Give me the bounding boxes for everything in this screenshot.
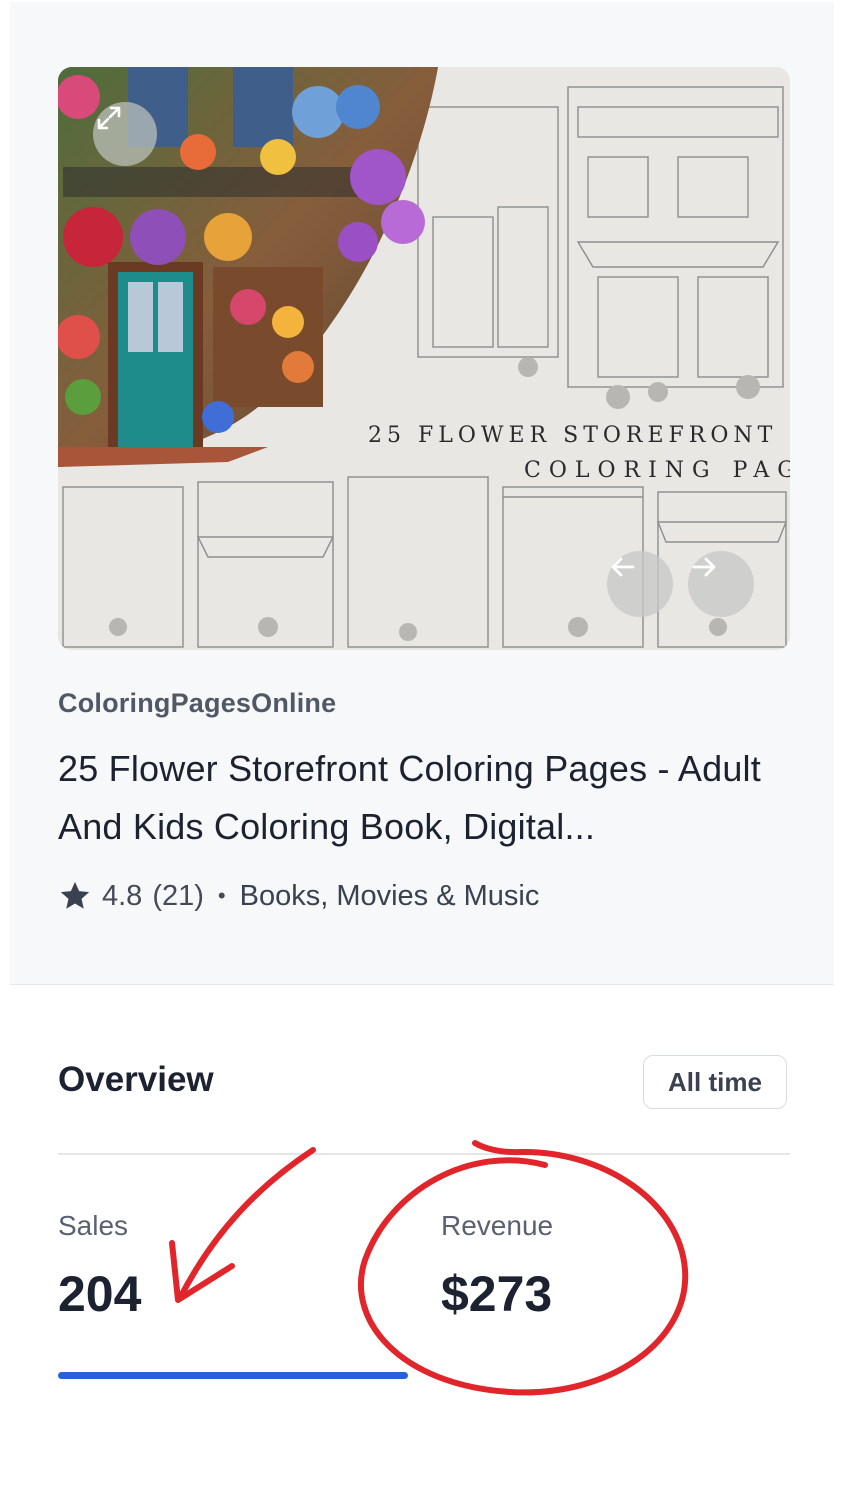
- expand-image-button[interactable]: [93, 102, 157, 166]
- listing-meta: 4.8 (21) • Books, Movies & Music: [58, 876, 539, 916]
- listing-title[interactable]: 25 Flower Storefront Coloring Pages - Ad…: [58, 740, 788, 856]
- active-tab-indicator: [58, 1372, 408, 1379]
- image-caption-line-2: COLORING PAGES: [524, 458, 790, 483]
- expand-icon: [97, 106, 121, 130]
- sales-value[interactable]: 204: [58, 1265, 141, 1323]
- shop-name-link[interactable]: ColoringPagesOnline: [58, 688, 336, 719]
- arrow-right-icon: [692, 557, 716, 577]
- image-caption-line-1: 25 FLOWER STOREFRONT: [368, 423, 778, 448]
- star-icon: [60, 881, 90, 909]
- previous-image-button[interactable]: [607, 551, 673, 617]
- review-count: (21): [152, 879, 204, 912]
- time-range-button[interactable]: All time: [643, 1055, 787, 1109]
- arrow-head-annotation: [169, 1240, 235, 1303]
- overview-heading: Overview: [58, 1060, 214, 1099]
- arrow-annotation: [177, 1147, 316, 1301]
- meta-separator: •: [217, 883, 226, 908]
- product-image-carousel[interactable]: 25 FLOWER STOREFRONT COLORING PAGES: [58, 67, 790, 650]
- revenue-value[interactable]: $273: [441, 1265, 552, 1323]
- next-image-button[interactable]: [688, 551, 754, 617]
- product-image: [58, 67, 790, 650]
- category-link[interactable]: Books, Movies & Music: [240, 880, 540, 913]
- rating-value: 4.8: [102, 879, 143, 912]
- divider: [58, 1153, 790, 1155]
- revenue-label[interactable]: Revenue: [441, 1210, 553, 1242]
- arrow-left-icon: [611, 557, 635, 577]
- sales-label[interactable]: Sales: [58, 1210, 128, 1242]
